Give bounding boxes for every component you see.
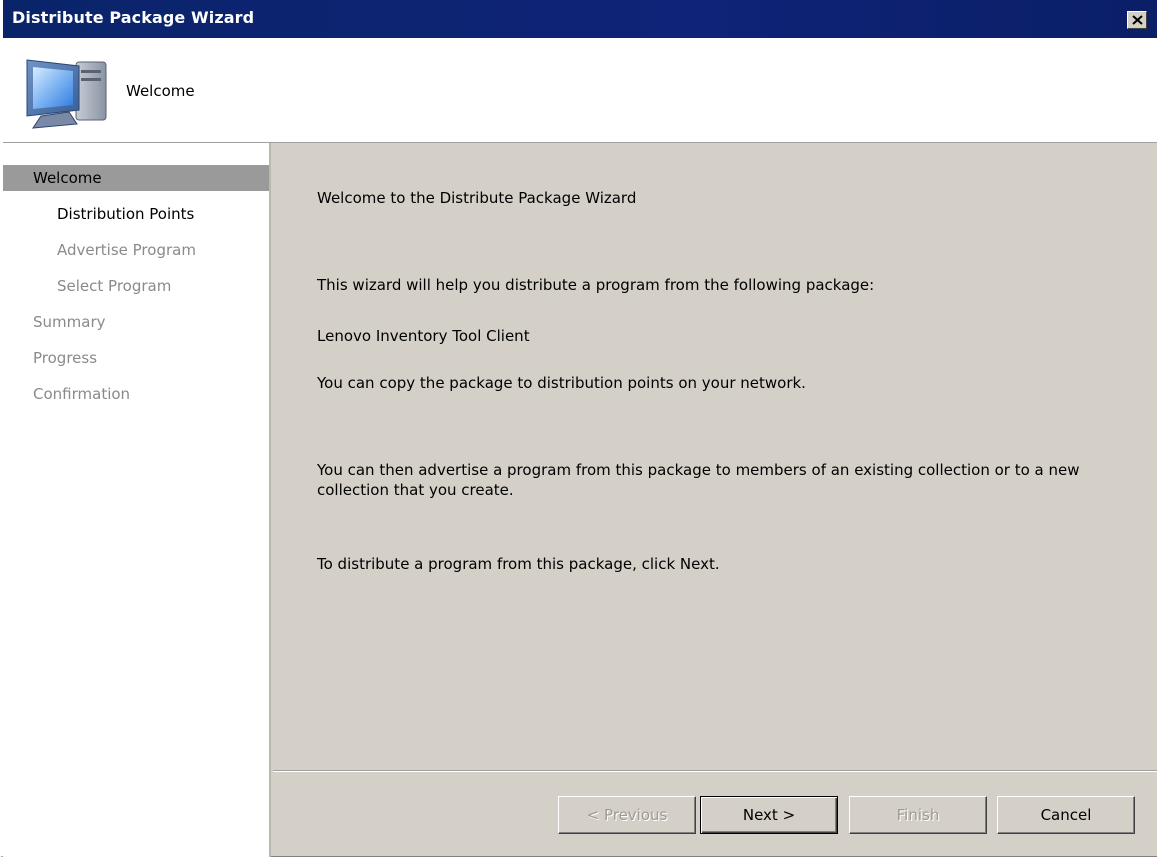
advertise-text: You can then advertise a program from th… [317,461,1080,499]
step-select-program: Select Program [57,277,172,295]
step-progress: Progress [33,349,98,367]
previous-button[interactable]: < Previous [558,796,696,834]
intro-text: This wizard will help you distribute a p… [317,276,875,294]
wizard-window: Distribute Package Wizard Welcome Welcom… [0,0,1157,857]
next-instruction: To distribute a program from this packag… [317,555,720,573]
copy-text: You can copy the package to distribution… [317,374,806,392]
step-confirmation: Confirmation [33,385,131,403]
window-title: Distribute Package Wizard [12,8,255,27]
steps-panel: Welcome Distribution Points Advertise Pr… [3,143,271,857]
cancel-button[interactable]: Cancel [997,796,1135,834]
step-welcome: Welcome [3,165,269,191]
computer-icon [26,59,107,129]
step-distribution-points[interactable]: Distribution Points [3,201,269,227]
welcome-heading: Welcome to the Distribute Package Wizard [317,189,637,207]
close-button[interactable] [1127,11,1147,29]
header-title: Welcome [126,82,195,100]
wizard-header: Welcome [3,38,1157,143]
package-name: Lenovo Inventory Tool Client [317,327,530,345]
button-separator [273,770,1157,772]
finish-button[interactable]: Finish [849,796,987,834]
content-panel: Welcome to the Distribute Package Wizard… [273,143,1157,770]
next-button[interactable]: Next > [700,796,838,834]
step-summary: Summary [33,313,106,331]
title-bar[interactable]: Distribute Package Wizard [3,0,1157,38]
close-icon [1132,15,1143,25]
step-advertise-program: Advertise Program [57,241,196,259]
